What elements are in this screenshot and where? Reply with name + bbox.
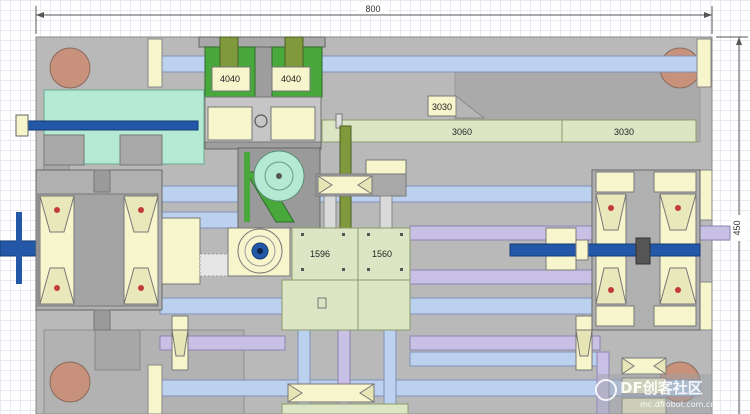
base-pocket	[94, 329, 141, 371]
shaft-knob-left-top	[15, 114, 29, 137]
label-3060: 3060	[452, 127, 472, 137]
watermark: DF创客社区 mc.dfrobot.com.cn	[595, 374, 715, 414]
profile-3060-beam	[321, 119, 563, 143]
left-coupler-spacer	[199, 253, 229, 277]
center-bearing-block-right	[365, 159, 407, 175]
left-housing-tab-top	[93, 169, 111, 193]
purple-rail-4	[409, 335, 601, 351]
left-wheel-bracket-2	[123, 195, 159, 305]
left-coupler-block	[161, 217, 201, 285]
cyan-block-slot-right	[119, 134, 163, 166]
center-column-edge	[244, 152, 250, 222]
lower-plate-left	[281, 279, 359, 331]
label-3030-right: 3030	[614, 127, 634, 137]
width-dimension: 800	[35, 3, 713, 34]
left-wheel-bracket-1	[39, 195, 75, 305]
label-1596: 1596	[310, 249, 330, 259]
label-1560: 1560	[372, 249, 392, 259]
foot-pad-bottom-left	[49, 361, 91, 403]
purple-rail-2	[409, 269, 601, 285]
blue-vertical-2	[383, 329, 397, 414]
cyan-block-slot-left	[43, 134, 85, 166]
rail-right-lower	[409, 351, 601, 367]
center-bearing-block-left	[317, 175, 373, 195]
lower-pulley-axle	[257, 248, 263, 254]
end-block-bottom-left	[147, 364, 163, 414]
label-3030-top: 3030	[432, 102, 452, 112]
center-spacer-left	[323, 195, 337, 229]
small-bearing-right	[575, 315, 593, 371]
height-dimension-label: 450	[732, 220, 742, 235]
small-bearing-left	[171, 315, 189, 371]
foot-pad-top-left	[49, 47, 91, 89]
end-block-top-left	[147, 38, 163, 88]
shaft-left-top	[19, 120, 199, 131]
shaft-right-bushing	[575, 239, 589, 261]
label-4040-left: 4040	[220, 74, 240, 84]
watermark-text: DF创客社区	[620, 379, 703, 397]
label-4040-right: 4040	[281, 74, 301, 84]
shaft-left-mid-stub	[16, 212, 22, 284]
width-dimension-label: 800	[365, 4, 380, 14]
center-spacer-right	[379, 195, 393, 229]
end-block-top-right	[696, 38, 712, 88]
mechanical-layout: 800 450 4040 4040 3030 3060 3030 1596 15…	[0, 3, 748, 414]
upper-pulley-hub	[276, 173, 282, 179]
cad-canvas: 800 450 4040 4040 3030 3060 3030 1596 15…	[0, 0, 750, 414]
upper-bearing-block-right	[270, 106, 316, 141]
upper-bearing-block-left	[207, 106, 253, 141]
left-housing-tab-bottom	[93, 309, 111, 331]
shaft-right-mid	[509, 243, 701, 257]
watermark-subtext: mc.dfrobot.com.cn	[640, 400, 715, 409]
shaft-right-collar	[635, 237, 651, 265]
upper-frame-lip	[198, 36, 326, 48]
lower-plate-right	[357, 279, 411, 331]
